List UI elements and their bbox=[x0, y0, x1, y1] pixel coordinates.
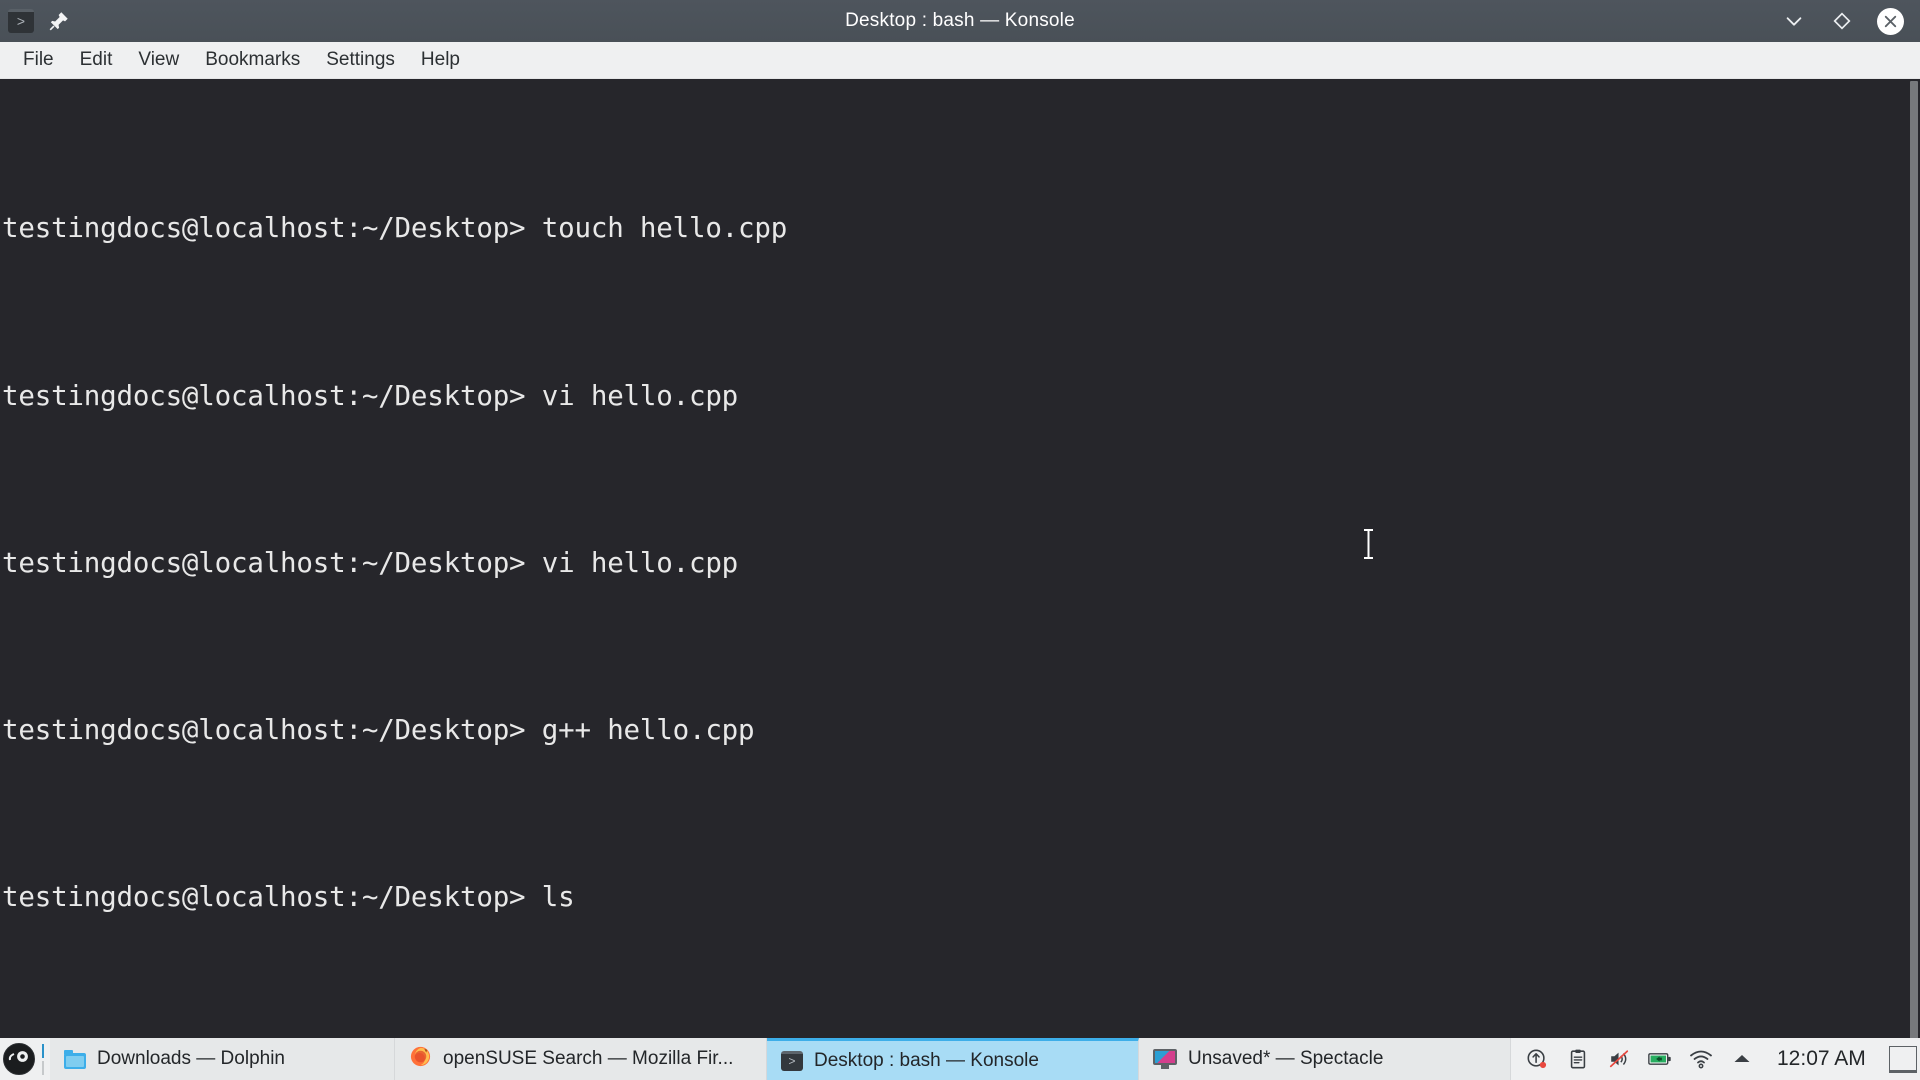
window-controls bbox=[1660, 7, 1920, 35]
spectacle-icon bbox=[1153, 1049, 1177, 1069]
diamond-icon[interactable] bbox=[1829, 8, 1855, 34]
terminal-scrollbar[interactable] bbox=[1909, 79, 1920, 1054]
task-label: openSUSE Search — Mozilla Fir... bbox=[443, 1048, 734, 1069]
task-list: Downloads — Dolphin openSUSE Search — Mo… bbox=[50, 1038, 1511, 1080]
task-label: Desktop : bash — Konsole bbox=[814, 1049, 1039, 1071]
task-button-dolphin[interactable]: Downloads — Dolphin bbox=[50, 1038, 395, 1080]
shell-prompt: testingdocs@localhost:~/Desktop> bbox=[2, 713, 526, 746]
konsole-icon: > bbox=[781, 1050, 803, 1071]
battery-icon[interactable] bbox=[1648, 1047, 1672, 1071]
show-hidden-icons-arrow-icon[interactable] bbox=[1730, 1047, 1754, 1071]
menu-item-file[interactable]: File bbox=[10, 45, 67, 75]
terminal-output-area[interactable]: testingdocs@localhost:~/Desktop> touch h… bbox=[0, 79, 1920, 1054]
terminal-line: testingdocs@localhost:~/Desktop> vi hell… bbox=[2, 543, 1920, 585]
task-button-spectacle[interactable]: Unsaved* — Spectacle bbox=[1139, 1038, 1511, 1080]
shell-prompt: testingdocs@localhost:~/Desktop> bbox=[2, 881, 526, 914]
shell-command: touch hello.cpp bbox=[525, 212, 788, 245]
window-title: Desktop : bash — Konsole bbox=[845, 10, 1075, 31]
shell-command: g++ hello.cpp bbox=[525, 713, 755, 746]
terminal-line: testingdocs@localhost:~/Desktop> ls bbox=[2, 877, 1920, 919]
konsole-icon[interactable]: > bbox=[8, 9, 34, 33]
shell-command: vi hello.cpp bbox=[525, 546, 739, 579]
pager-desktop-1[interactable] bbox=[42, 1043, 44, 1058]
terminal-scrollbar-thumb[interactable] bbox=[1910, 81, 1918, 1041]
menu-item-edit[interactable]: Edit bbox=[67, 45, 126, 75]
menu-item-settings[interactable]: Settings bbox=[313, 45, 408, 75]
taskbar: Downloads — Dolphin openSUSE Search — Mo… bbox=[0, 1038, 1920, 1080]
window-titlebar: > Desktop : bash — Konsole bbox=[0, 0, 1920, 42]
task-button-firefox[interactable]: openSUSE Search — Mozilla Fir... bbox=[395, 1038, 767, 1080]
terminal-line: testingdocs@localhost:~/Desktop> touch h… bbox=[2, 208, 1920, 250]
volume-muted-icon[interactable] bbox=[1607, 1047, 1631, 1071]
shell-prompt: testingdocs@localhost:~/Desktop> bbox=[2, 379, 526, 412]
task-label: Unsaved* — Spectacle bbox=[1188, 1048, 1384, 1069]
clock[interactable]: 12:07 AM bbox=[1771, 1047, 1872, 1071]
desktop-pager[interactable] bbox=[36, 1039, 50, 1079]
shell-prompt: testingdocs@localhost:~/Desktop> bbox=[2, 546, 526, 579]
menubar: File Edit View Bookmarks Settings Help bbox=[0, 42, 1920, 79]
terminal-text: testingdocs@localhost:~/Desktop> touch h… bbox=[0, 79, 1920, 1054]
opensuse-logo-icon[interactable] bbox=[2, 1039, 36, 1079]
titlebar-left-icons: > bbox=[0, 9, 260, 33]
terminal-line: testingdocs@localhost:~/Desktop> vi hell… bbox=[2, 376, 1920, 418]
firefox-icon bbox=[409, 1045, 432, 1074]
shell-command: ls bbox=[525, 881, 575, 914]
menu-item-help[interactable]: Help bbox=[408, 45, 473, 75]
terminal-line: testingdocs@localhost:~/Desktop> g++ hel… bbox=[2, 710, 1920, 752]
clipboard-icon[interactable] bbox=[1566, 1047, 1590, 1071]
menu-item-view[interactable]: View bbox=[125, 45, 192, 75]
folder-icon bbox=[64, 1049, 86, 1069]
menu-item-bookmarks[interactable]: Bookmarks bbox=[192, 45, 313, 75]
show-desktop-icon[interactable] bbox=[1888, 1045, 1917, 1073]
wifi-icon[interactable] bbox=[1689, 1047, 1713, 1071]
task-label: Downloads — Dolphin bbox=[97, 1048, 285, 1069]
software-update-icon[interactable] bbox=[1525, 1047, 1549, 1071]
close-icon[interactable] bbox=[1877, 7, 1904, 35]
shell-prompt: testingdocs@localhost:~/Desktop> bbox=[2, 212, 526, 245]
chevron-down-icon[interactable] bbox=[1781, 8, 1807, 34]
pin-icon[interactable] bbox=[48, 10, 70, 32]
system-tray: 12:07 AM bbox=[1511, 1038, 1920, 1080]
shell-command: vi hello.cpp bbox=[525, 379, 739, 412]
pager-desktop-2[interactable] bbox=[42, 1060, 44, 1075]
task-button-konsole[interactable]: > Desktop : bash — Konsole bbox=[767, 1038, 1139, 1080]
